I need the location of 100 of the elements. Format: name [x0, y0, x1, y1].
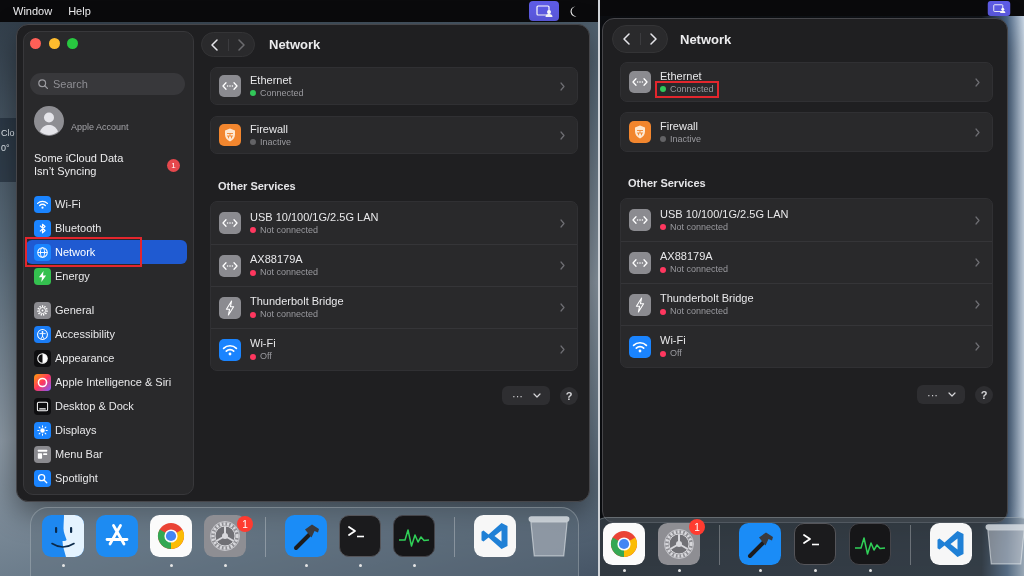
chevron-right-icon: [975, 77, 980, 87]
service-name: Firewall: [660, 119, 699, 133]
sidebar-item[interactable]: Appearance: [26, 346, 187, 370]
notification-badge: 1: [237, 516, 253, 532]
sidebar-item[interactable]: General: [26, 298, 187, 322]
angle-brackets-icon: [629, 209, 651, 231]
shield-icon: [219, 124, 241, 146]
pane-title: Network: [680, 31, 732, 47]
more-options-button[interactable]: ···: [917, 385, 965, 404]
hammer-icon[interactable]: [285, 515, 327, 557]
shield-icon: [629, 121, 651, 143]
chevron-right-icon: [560, 218, 565, 228]
chevron-down-icon: [948, 392, 956, 397]
pane-title: Network: [269, 37, 321, 52]
ring-icon: [34, 373, 51, 391]
service-name: AX88179A: [660, 250, 714, 263]
screen-person-icon[interactable]: [985, 0, 1013, 16]
sidebar-item[interactable]: Apple Intelligence & Siri: [26, 370, 187, 394]
chevron-right-icon: [560, 261, 565, 270]
gear-icon[interactable]: [204, 515, 246, 557]
sidebar-item[interactable]: Bluetooth: [26, 216, 187, 240]
sidebar-item[interactable]: Menu Bar: [26, 442, 187, 466]
person-circle-icon: [34, 325, 51, 343]
lightning-bolt-icon: [34, 267, 51, 285]
service-card[interactable]: Ethernet Connected: [210, 67, 578, 105]
status-text: Not connected: [670, 221, 729, 233]
chevron-down-icon: [533, 393, 541, 398]
service-name: AX88179A: [250, 253, 304, 266]
status-text: Not connected: [260, 309, 319, 320]
service-card[interactable]: Ethernet Connected: [620, 62, 993, 102]
close-icon[interactable]: [30, 38, 41, 49]
chevron-right-icon: [975, 215, 980, 225]
color-wheel-icon[interactable]: [603, 523, 645, 565]
search-icon: [38, 79, 48, 89]
service-name: Ethernet: [250, 73, 293, 87]
ribbon-icon[interactable]: [930, 523, 972, 565]
help-button[interactable]: ?: [975, 385, 993, 404]
service-name: Thunderbolt Bridge: [250, 295, 344, 308]
gear-icon[interactable]: [658, 523, 700, 565]
trash-icon[interactable]: [528, 515, 570, 557]
sidebar-item[interactable]: Wi-Fi: [26, 192, 187, 216]
trash-icon[interactable]: [985, 523, 1024, 565]
service-name: Ethernet: [660, 69, 703, 83]
service-card[interactable]: Firewall Inactive: [210, 116, 578, 154]
status-text: Not connected: [260, 224, 319, 236]
gear-icon: [34, 301, 51, 319]
lightning-bolt-icon: [629, 293, 651, 316]
angle-brackets-icon: [629, 251, 651, 274]
service-card[interactable]: Firewall Inactive: [620, 112, 993, 152]
sidebar-item[interactable]: Displays: [26, 418, 187, 442]
help-button[interactable]: ?: [560, 386, 578, 405]
chevron-right-icon: [975, 342, 980, 351]
menu-item[interactable]: Help: [68, 5, 91, 17]
angle-brackets-icon: [219, 254, 241, 277]
tiles-icon: [34, 445, 51, 463]
menu-item[interactable]: Window: [13, 5, 53, 17]
avatar-icon[interactable]: [34, 106, 64, 136]
minimize-icon[interactable]: [48, 38, 60, 49]
letter-a-icon[interactable]: [96, 515, 138, 557]
service-name: Thunderbolt Bridge: [660, 292, 754, 305]
icloud-alert-text[interactable]: Some iCloud Data Isn’t Syncing: [34, 152, 134, 178]
sidebar-item[interactable]: Energy: [26, 264, 187, 288]
service-name: USB 10/100/1G/2.5G LAN: [250, 210, 379, 224]
sidebar-item[interactable]: Accessibility: [26, 322, 187, 346]
chevron-right-icon: [975, 300, 980, 309]
wifi-icon: [34, 195, 51, 213]
status-text: Not connected: [260, 267, 319, 278]
status-text: Off: [670, 348, 682, 359]
status-text: Inactive: [670, 133, 702, 145]
sidebar-item[interactable]: Desktop & Dock: [26, 394, 187, 418]
screen-dock-icon: [34, 397, 51, 415]
more-options-button[interactable]: ···: [502, 386, 550, 405]
chevron-right-icon: [560, 303, 565, 312]
color-wheel-icon[interactable]: [150, 515, 192, 557]
ribbon-icon[interactable]: [474, 515, 516, 557]
zoom-icon[interactable]: [67, 38, 78, 49]
search-icon: [34, 469, 51, 487]
face-icon[interactable]: [42, 515, 84, 557]
account-subtitle: Apple Account: [71, 122, 129, 133]
globe-icon: [34, 243, 51, 261]
prompt-icon[interactable]: [794, 523, 836, 565]
status-text: Connected: [260, 87, 304, 99]
sidebar-item[interactable]: Spotlight: [26, 466, 187, 490]
widget-text: 0°: [1, 143, 11, 154]
widget-text: Clo: [1, 128, 16, 139]
chevron-left-icon: [622, 33, 630, 45]
screen-person-icon[interactable]: [529, 1, 559, 21]
status-text: Not connected: [670, 306, 729, 317]
status-text: Connected: [670, 83, 714, 95]
service-name: USB 10/100/1G/2.5G LAN: [660, 207, 789, 221]
service-name: Wi-Fi: [660, 334, 686, 347]
wifi-icon: [219, 338, 241, 361]
chevron-right-icon: [650, 33, 658, 45]
chevron-right-icon: [237, 38, 245, 51]
status-text: Not connected: [670, 264, 729, 275]
search-field[interactable]: Search: [30, 73, 185, 95]
prompt-icon[interactable]: [339, 515, 381, 557]
angle-brackets-icon: [219, 212, 241, 234]
hammer-icon[interactable]: [739, 523, 781, 565]
sidebar-item[interactable]: Network: [26, 240, 187, 264]
